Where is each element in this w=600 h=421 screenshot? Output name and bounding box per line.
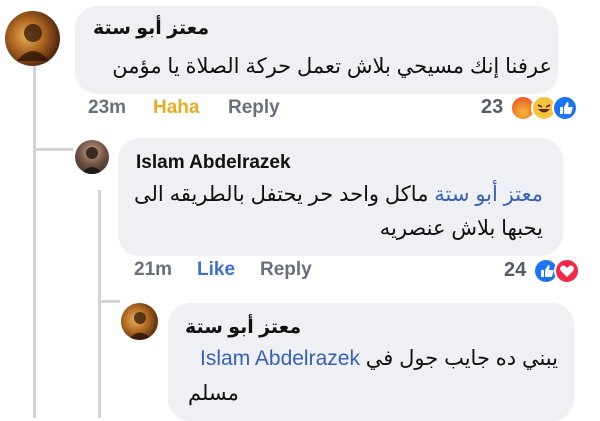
thread-line-nested: [98, 190, 101, 418]
reply-text: ماكل واحد حر يحتفل بالطريقه الى: [134, 183, 429, 206]
avatar[interactable]: [75, 140, 109, 174]
reaction-count[interactable]: 23: [481, 96, 503, 119]
reply-text-line-1: معتز أبو ستة ماكل واحد حر يحتفل بالطريقه…: [134, 182, 543, 207]
reply-text-line-1: يبني ده جايب جول في Islam Abdelrazek: [200, 346, 558, 371]
avatar-photo-icon: [17, 24, 49, 61]
like-icon: [552, 95, 578, 121]
reply-button[interactable]: Reply: [228, 97, 280, 119]
avatar-photo-icon: [128, 312, 152, 340]
reply-timestamp[interactable]: 21m: [134, 259, 172, 281]
reply-text: يبني ده جايب جول في: [365, 347, 558, 370]
reply-text-line-2: يحبها بلاش عنصريه: [379, 217, 543, 240]
comment-author[interactable]: معتز أبو ستة: [93, 17, 209, 40]
avatar-photo-icon: [81, 147, 103, 174]
thread-line-branch-2: [98, 300, 120, 303]
reaction-count[interactable]: 24: [504, 259, 526, 282]
like-button[interactable]: Like: [197, 259, 235, 281]
thread-line-main: [33, 66, 36, 418]
haha-reaction-button[interactable]: Haha: [153, 97, 199, 119]
comment-text: عرفنا إنك مسيحي بلاش تعمل حركة الصلاة يا…: [112, 55, 552, 78]
avatar[interactable]: [5, 11, 60, 66]
reply-text-line-2: مسلم: [188, 382, 239, 405]
avatar[interactable]: [121, 303, 158, 340]
thread-line-branch-1: [33, 148, 73, 151]
mention-link[interactable]: معتز أبو ستة: [434, 183, 543, 206]
reply-button[interactable]: Reply: [260, 259, 312, 281]
comment-timestamp[interactable]: 23m: [88, 97, 126, 119]
mention-link[interactable]: Islam Abdelrazek: [200, 347, 360, 370]
love-icon: [554, 258, 580, 284]
reply-author[interactable]: Islam Abdelrazek: [136, 152, 291, 174]
reply-author[interactable]: معتز أبو ستة: [185, 316, 301, 339]
